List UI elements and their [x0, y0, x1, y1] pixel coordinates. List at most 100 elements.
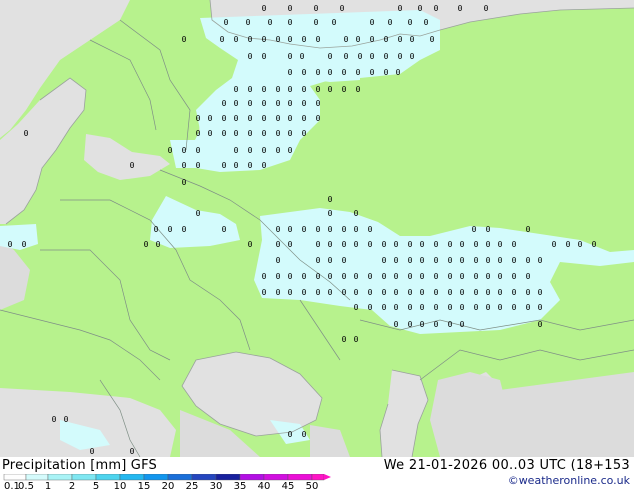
precip-marker: 0 — [408, 256, 413, 265]
precip-marker: 0 — [222, 114, 227, 123]
precip-marker: 0 — [144, 240, 149, 249]
precip-marker: 0 — [262, 99, 267, 108]
scale-label: 1 — [45, 481, 51, 490]
precip-marker: 0 — [538, 256, 543, 265]
scale-arrow — [324, 474, 331, 480]
scale-swatch — [263, 474, 289, 481]
precip-marker: 0 — [196, 209, 201, 218]
precip-marker: 0 — [220, 35, 225, 44]
precip-marker: 0 — [222, 99, 227, 108]
scale-label: 20 — [162, 481, 175, 490]
precip-marker: 0 — [394, 303, 399, 312]
precip-marker: 0 — [316, 256, 321, 265]
precip-marker: 0 — [486, 288, 491, 297]
precip-marker: 0 — [288, 68, 293, 77]
precip-marker: 0 — [262, 161, 267, 170]
precip-marker: 0 — [276, 146, 281, 155]
scale-swatch — [311, 474, 325, 481]
precip-marker: 0 — [368, 225, 373, 234]
precip-marker: 0 — [208, 129, 213, 138]
precip-marker: 0 — [130, 447, 135, 456]
scale-swatch — [287, 474, 313, 481]
precip-marker: 0 — [22, 240, 27, 249]
precip-marker: 0 — [512, 256, 517, 265]
precip-marker: 0 — [182, 146, 187, 155]
precip-marker: 0 — [484, 4, 489, 13]
scale-label: 50 — [306, 481, 319, 490]
precip-marker: 0 — [410, 52, 415, 61]
precip-marker: 0 — [370, 18, 375, 27]
precip-marker: 0 — [246, 18, 251, 27]
precip-marker: 0 — [248, 146, 253, 155]
precip-marker: 0 — [234, 99, 239, 108]
precip-marker: 0 — [512, 288, 517, 297]
precip-marker: 0 — [526, 288, 531, 297]
precip-marker: 0 — [394, 272, 399, 281]
precip-marker: 0 — [354, 209, 359, 218]
precip-marker: 0 — [276, 35, 281, 44]
precip-marker: 0 — [168, 225, 173, 234]
precip-marker: 0 — [24, 129, 29, 138]
map-footer: Precipitation [mm] GFS We 21-01-2026 00.… — [0, 457, 634, 490]
precip-marker: 0 — [448, 303, 453, 312]
precip-marker: 0 — [342, 225, 347, 234]
precip-marker: 0 — [448, 272, 453, 281]
precip-marker: 0 — [168, 146, 173, 155]
precip-marker: 0 — [358, 52, 363, 61]
precip-marker: 0 — [394, 256, 399, 265]
scale-label: 45 — [282, 481, 295, 490]
precip-marker: 0 — [354, 240, 359, 249]
precip-marker: 0 — [288, 240, 293, 249]
precip-marker: 0 — [472, 225, 477, 234]
precip-marker: 0 — [276, 272, 281, 281]
scale-swatch — [167, 474, 193, 481]
valid-time: We 21-01-2026 00..03 UTC (18+153 — [383, 458, 630, 473]
precip-marker: 0 — [182, 225, 187, 234]
precip-marker: 0 — [460, 272, 465, 281]
precip-marker: 0 — [328, 240, 333, 249]
precip-marker: 0 — [262, 272, 267, 281]
precip-marker: 0 — [434, 272, 439, 281]
precip-marker: 0 — [316, 272, 321, 281]
precip-marker: 0 — [234, 129, 239, 138]
precip-marker: 0 — [460, 256, 465, 265]
precip-marker: 0 — [276, 240, 281, 249]
precip-marker: 0 — [498, 272, 503, 281]
precip-marker: 0 — [434, 288, 439, 297]
precip-marker: 0 — [288, 35, 293, 44]
precip-marker: 0 — [328, 288, 333, 297]
precip-marker: 0 — [434, 240, 439, 249]
precip-marker: 0 — [288, 99, 293, 108]
precip-marker: 0 — [460, 303, 465, 312]
precip-marker: 0 — [356, 68, 361, 77]
scale-swatch — [71, 474, 97, 481]
precip-marker: 0 — [420, 303, 425, 312]
precip-marker: 0 — [498, 240, 503, 249]
precip-marker: 0 — [182, 35, 187, 44]
precip-marker: 0 — [222, 225, 227, 234]
precip-marker: 0 — [382, 240, 387, 249]
precip-marker: 0 — [262, 4, 267, 13]
precip-marker: 0 — [342, 288, 347, 297]
scale-label: 30 — [210, 481, 223, 490]
precip-marker: 0 — [382, 303, 387, 312]
precip-marker: 0 — [486, 240, 491, 249]
precip-marker: 0 — [248, 114, 253, 123]
precip-marker: 0 — [64, 415, 69, 424]
precip-marker: 0 — [316, 85, 321, 94]
precip-marker: 0 — [8, 240, 13, 249]
precip-marker: 0 — [342, 256, 347, 265]
precip-marker: 0 — [288, 114, 293, 123]
precip-marker: 0 — [474, 240, 479, 249]
precip-marker: 0 — [354, 288, 359, 297]
precip-marker: 0 — [302, 85, 307, 94]
scale-swatch — [95, 474, 121, 481]
precip-marker: 0 — [182, 161, 187, 170]
precip-marker: 0 — [512, 272, 517, 281]
precip-marker: 0 — [486, 303, 491, 312]
precip-marker: 0 — [276, 114, 281, 123]
scale-label: 15 — [138, 481, 151, 490]
precip-marker: 0 — [420, 256, 425, 265]
precip-marker: 0 — [288, 85, 293, 94]
precip-marker: 0 — [302, 129, 307, 138]
